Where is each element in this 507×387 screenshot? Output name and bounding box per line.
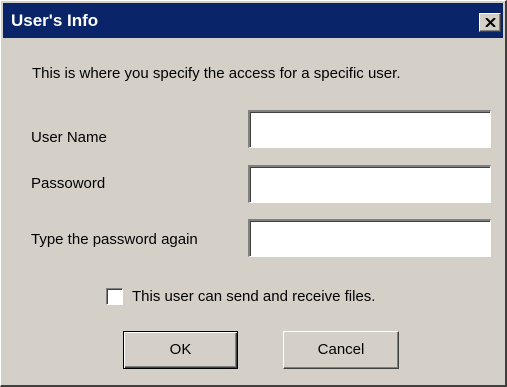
intro-text: This is where you specify the access for… xyxy=(32,65,401,82)
user-name-label: User Name xyxy=(31,129,107,146)
password-input[interactable] xyxy=(248,165,491,203)
send-receive-files-label[interactable]: This user can send and receive files. xyxy=(132,287,375,307)
title-bar[interactable]: User's Info xyxy=(3,3,503,38)
users-info-dialog: User's Info This is where you specify th… xyxy=(0,0,507,387)
send-receive-files-checkbox[interactable] xyxy=(106,288,123,305)
window-title: User's Info xyxy=(11,11,99,30)
user-name-input[interactable] xyxy=(248,110,491,148)
confirm-password-label: Type the password again xyxy=(31,231,198,248)
close-button[interactable] xyxy=(479,13,501,32)
confirm-password-input[interactable] xyxy=(248,219,491,257)
password-label: Passoword xyxy=(31,175,106,192)
cancel-button[interactable]: Cancel xyxy=(283,331,399,369)
close-x-icon xyxy=(485,18,496,27)
ok-button[interactable]: OK xyxy=(123,331,238,369)
